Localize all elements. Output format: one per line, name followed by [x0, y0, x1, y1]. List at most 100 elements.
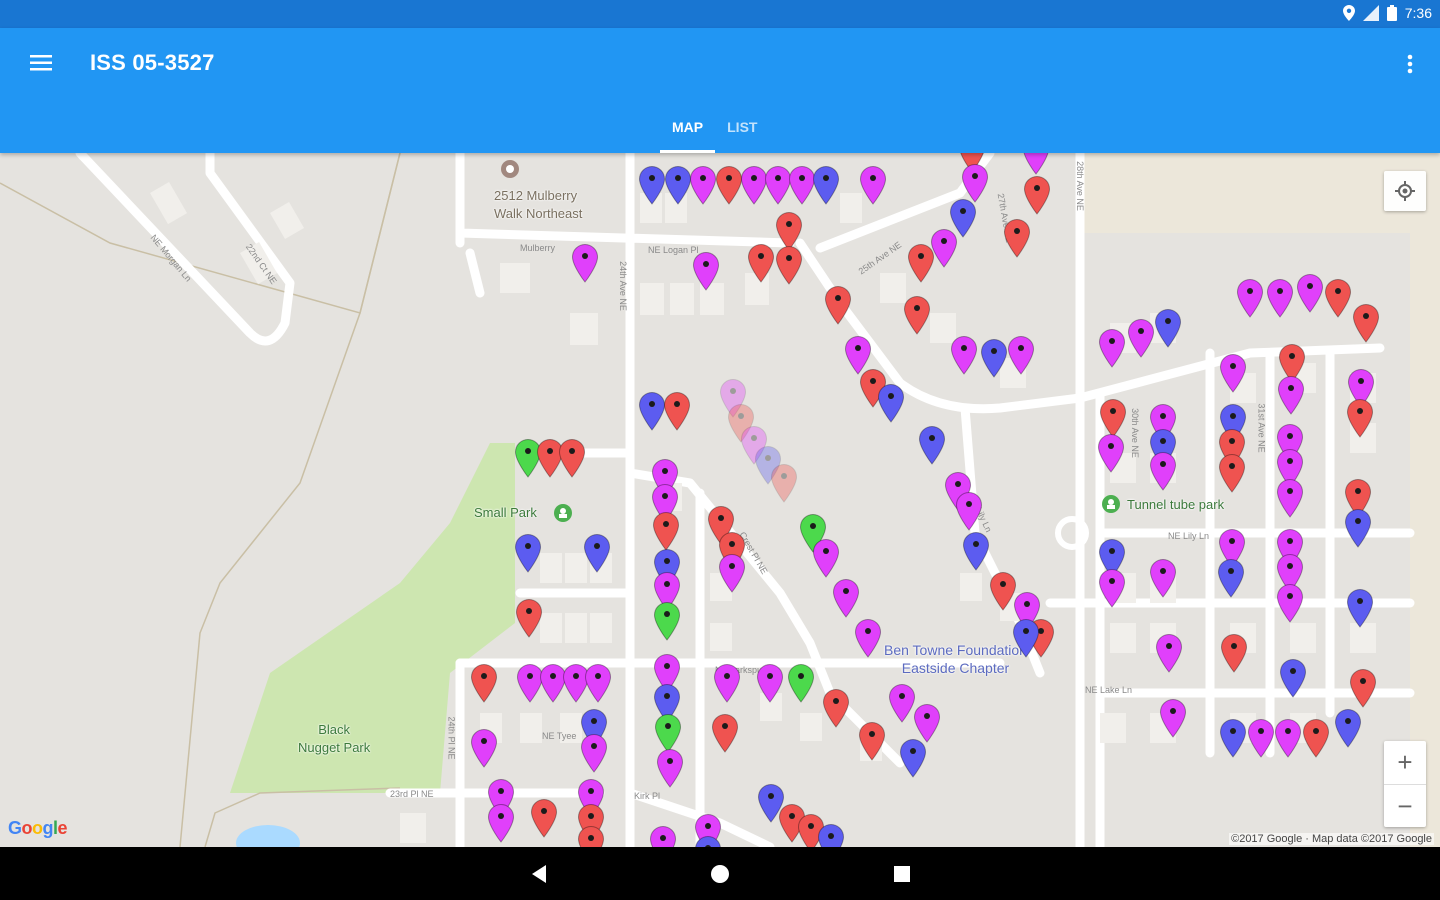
red-map-pin[interactable]: [711, 713, 739, 753]
magenta-map-pin[interactable]: [1127, 318, 1155, 358]
blue-map-pin[interactable]: [817, 823, 845, 847]
red-map-pin[interactable]: [907, 243, 935, 283]
blue-map-pin[interactable]: [1219, 718, 1247, 758]
red-map-pin[interactable]: [775, 245, 803, 285]
tab-list[interactable]: LIST: [715, 108, 769, 153]
blue-map-pin[interactable]: [664, 165, 692, 205]
magenta-map-pin[interactable]: [1247, 718, 1275, 758]
tab-map[interactable]: MAP: [660, 108, 716, 153]
blue-map-pin[interactable]: [1344, 508, 1372, 548]
magenta-map-pin[interactable]: [854, 618, 882, 658]
red-map-pin[interactable]: [822, 688, 850, 728]
my-location-button[interactable]: [1384, 171, 1426, 211]
magenta-map-pin[interactable]: [1276, 583, 1304, 623]
magenta-map-pin[interactable]: [1266, 278, 1294, 318]
blue-map-pin[interactable]: [1346, 588, 1374, 628]
blue-map-pin[interactable]: [918, 425, 946, 465]
magenta-map-pin[interactable]: [1277, 375, 1305, 415]
blue-map-pin[interactable]: [694, 835, 722, 847]
magenta-map-pin[interactable]: [1159, 698, 1187, 738]
magenta-map-pin[interactable]: [470, 728, 498, 768]
magenta-map-pin[interactable]: [1149, 451, 1177, 491]
red-map-pin[interactable]: [1218, 453, 1246, 493]
red-map-pin[interactable]: [470, 663, 498, 703]
red-map-pin[interactable]: [770, 463, 798, 503]
magenta-map-pin[interactable]: [580, 733, 608, 773]
red-map-pin[interactable]: [824, 285, 852, 325]
magenta-map-pin[interactable]: [1098, 568, 1126, 608]
green-map-pin[interactable]: [787, 663, 815, 703]
magenta-map-pin[interactable]: [584, 663, 612, 703]
green-map-pin[interactable]: [653, 601, 681, 641]
map-view[interactable]: 2512 Mulberry Walk Northeast Small Park …: [0, 153, 1440, 847]
red-map-pin[interactable]: [715, 165, 743, 205]
blue-map-pin[interactable]: [1279, 658, 1307, 698]
menu-button[interactable]: [24, 46, 58, 80]
blue-map-pin[interactable]: [583, 533, 611, 573]
magenta-map-pin[interactable]: [1022, 153, 1050, 175]
red-map-pin[interactable]: [652, 511, 680, 551]
blue-map-pin[interactable]: [980, 338, 1008, 378]
red-map-pin[interactable]: [747, 243, 775, 283]
blue-map-pin[interactable]: [1334, 708, 1362, 748]
magenta-map-pin[interactable]: [913, 703, 941, 743]
blue-map-pin[interactable]: [877, 383, 905, 423]
red-map-pin[interactable]: [1346, 398, 1374, 438]
map-attribution[interactable]: ©2017 Google · Map data ©2017 Google: [1229, 833, 1434, 845]
magenta-map-pin[interactable]: [1296, 273, 1324, 313]
magenta-map-pin[interactable]: [692, 251, 720, 291]
blue-map-pin[interactable]: [812, 165, 840, 205]
magenta-map-pin[interactable]: [1007, 335, 1035, 375]
red-map-pin[interactable]: [1099, 398, 1127, 438]
red-map-pin[interactable]: [558, 438, 586, 478]
blue-map-pin[interactable]: [1154, 308, 1182, 348]
red-map-pin[interactable]: [530, 798, 558, 838]
red-map-pin[interactable]: [515, 598, 543, 638]
magenta-map-pin[interactable]: [1236, 278, 1264, 318]
red-map-pin[interactable]: [1003, 218, 1031, 258]
magenta-map-pin[interactable]: [955, 491, 983, 531]
red-map-pin[interactable]: [577, 825, 605, 847]
magenta-map-pin[interactable]: [888, 683, 916, 723]
magenta-map-pin[interactable]: [950, 335, 978, 375]
red-map-pin[interactable]: [1324, 278, 1352, 318]
magenta-map-pin[interactable]: [487, 803, 515, 843]
red-map-pin[interactable]: [858, 721, 886, 761]
magenta-map-pin[interactable]: [961, 163, 989, 203]
magenta-map-pin[interactable]: [713, 663, 741, 703]
magenta-map-pin[interactable]: [656, 748, 684, 788]
red-map-pin[interactable]: [1352, 303, 1380, 343]
magenta-map-pin[interactable]: [1098, 328, 1126, 368]
blue-map-pin[interactable]: [638, 165, 666, 205]
red-map-pin[interactable]: [1023, 175, 1051, 215]
magenta-map-pin[interactable]: [812, 538, 840, 578]
green-map-pin[interactable]: [654, 713, 682, 753]
zoom-out-button[interactable]: −: [1384, 785, 1426, 828]
red-map-pin[interactable]: [1220, 633, 1248, 673]
blue-map-pin[interactable]: [1217, 558, 1245, 598]
red-map-pin[interactable]: [663, 391, 691, 431]
magenta-map-pin[interactable]: [1155, 633, 1183, 673]
blue-map-pin[interactable]: [1012, 618, 1040, 658]
magenta-map-pin[interactable]: [756, 663, 784, 703]
blue-map-pin[interactable]: [638, 391, 666, 431]
magenta-map-pin[interactable]: [649, 825, 677, 847]
magenta-map-pin[interactable]: [689, 165, 717, 205]
red-map-pin[interactable]: [1302, 718, 1330, 758]
blue-map-pin[interactable]: [514, 533, 542, 573]
magenta-map-pin[interactable]: [1219, 353, 1247, 393]
magenta-map-pin[interactable]: [718, 553, 746, 593]
overflow-menu-button[interactable]: [1398, 48, 1422, 80]
magenta-map-pin[interactable]: [859, 165, 887, 205]
magenta-map-pin[interactable]: [571, 243, 599, 283]
magenta-map-pin[interactable]: [832, 578, 860, 618]
magenta-map-pin[interactable]: [1276, 478, 1304, 518]
magenta-map-pin[interactable]: [1274, 718, 1302, 758]
red-map-pin[interactable]: [903, 295, 931, 335]
zoom-in-button[interactable]: +: [1384, 741, 1426, 785]
magenta-map-pin[interactable]: [1149, 558, 1177, 598]
recents-button[interactable]: [889, 861, 915, 887]
red-map-pin[interactable]: [1349, 668, 1377, 708]
blue-map-pin[interactable]: [899, 738, 927, 778]
home-button[interactable]: [707, 861, 733, 887]
